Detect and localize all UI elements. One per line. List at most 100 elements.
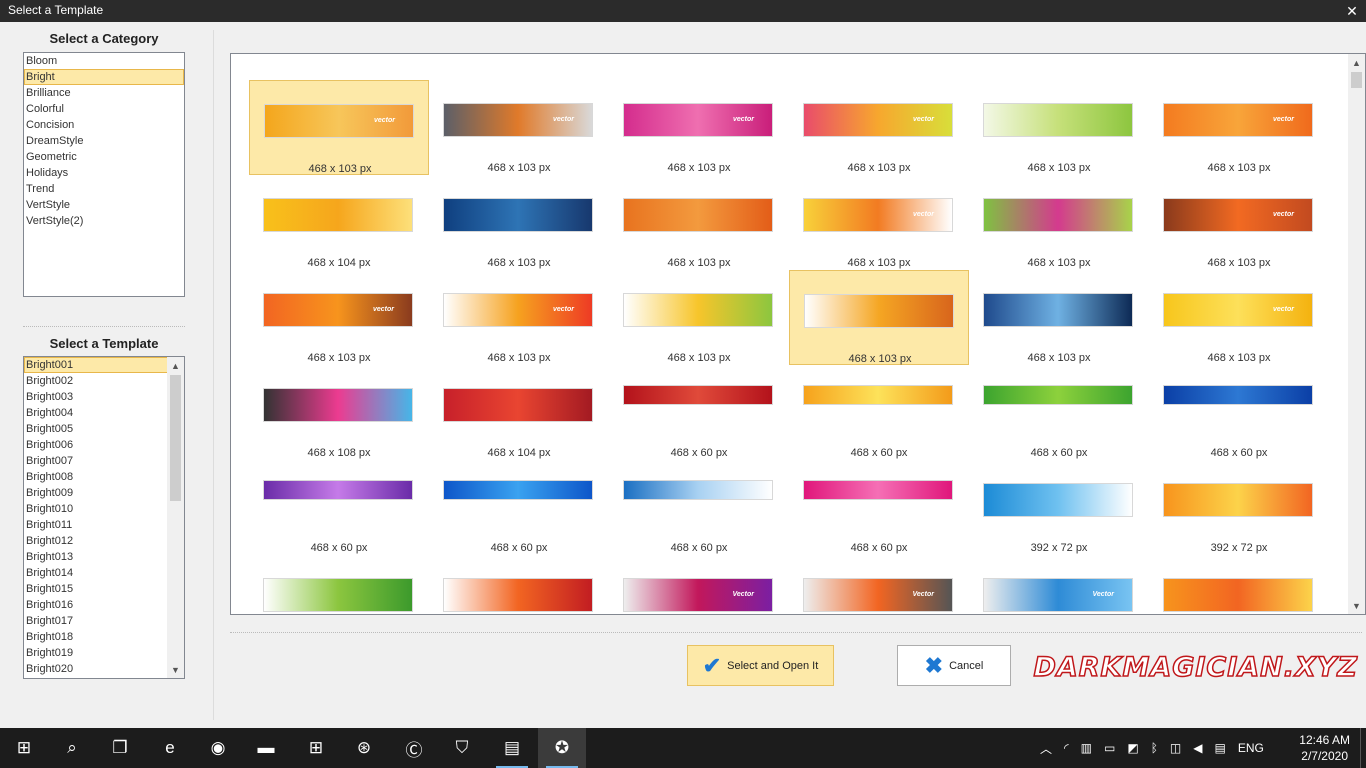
windows-start-icon[interactable]: ⊞ [0,728,48,768]
template-list-item[interactable]: Bright014 [24,565,184,581]
template-list-item[interactable]: Bright016 [24,597,184,613]
chrome-browser-icon[interactable]: ◉ [194,728,242,768]
template-list-item[interactable]: Bright008 [24,469,184,485]
template-thumbnail[interactable]: Vector [789,555,969,614]
wifi-icon[interactable]: ◜ [1064,741,1069,755]
template-list-item[interactable]: Bright015 [24,581,184,597]
template-thumbnail[interactable]: 468 x 108 px [249,365,429,460]
bluetooth-icon[interactable]: ᛒ [1151,741,1158,755]
close-icon[interactable]: ✕ [1338,0,1366,22]
template-list-item[interactable]: Bright010 [24,501,184,517]
scroll-down-icon[interactable]: ▼ [167,661,184,678]
message-icon[interactable]: ▤ [1214,741,1225,755]
category-list-item[interactable]: Geometric [24,149,184,165]
template-thumbnail[interactable]: 392 x 72 px [969,460,1149,555]
template-list-item[interactable]: Bright003 [24,389,184,405]
search-icon[interactable]: ⌕ [48,728,96,768]
template-list-item[interactable]: Bright012 [24,533,184,549]
template-thumbnail[interactable]: 468 x 60 px [429,460,609,555]
scroll-up-icon[interactable]: ▲ [167,357,184,374]
banner-maker-icon[interactable]: ✪ [538,728,586,768]
scroll-thumb[interactable] [170,375,181,501]
template-list-item[interactable]: Bright020 [24,661,184,677]
category-list-item[interactable]: Trend [24,181,184,197]
volume-icon[interactable]: ◀ [1193,741,1202,755]
action-icon[interactable]: ◫ [1170,741,1181,755]
template-list-item[interactable]: Bright017 [24,613,184,629]
template-thumbnail[interactable]: 468 x 60 px [789,460,969,555]
template-thumbnail[interactable]: vector 468 x 103 px [609,80,789,175]
template-thumbnail[interactable]: 468 x 60 px [249,460,429,555]
app-tray-icon[interactable]: ◩ [1127,741,1138,755]
template-thumbnail[interactable]: 468 x 103 px [789,270,969,365]
category-list-item[interactable]: Bright [24,69,184,85]
ccleaner-icon[interactable]: Ⓒ [390,728,438,768]
template-list-item[interactable]: Bright019 [24,645,184,661]
template-thumbnail[interactable]: 468 x 103 px [609,270,789,365]
template-thumbnail[interactable]: 468 x 103 px [969,270,1149,365]
template-thumbnail[interactable]: 468 x 104 px [429,365,609,460]
template-list-item[interactable]: Bright005 [24,421,184,437]
template-thumbnail[interactable]: vector 468 x 103 px [789,175,969,270]
template-list-item[interactable]: Bright011 [24,517,184,533]
template-thumbnail[interactable]: 468 x 103 px [609,175,789,270]
language-indicator[interactable]: ENG [1238,741,1264,755]
template-list-item[interactable]: Bright001 [24,357,184,373]
scroll-down-icon[interactable]: ▼ [1348,597,1365,614]
scroll-up-icon[interactable]: ▲ [1348,54,1365,71]
task-view-icon[interactable]: ❐ [96,728,144,768]
battery-icon[interactable]: ▭ [1104,741,1115,755]
template-thumbnail[interactable]: vector 468 x 103 px [249,270,429,365]
category-list-item[interactable]: Holidays [24,165,184,181]
template-thumbnail[interactable]: vector 468 x 103 px [789,80,969,175]
category-list-item[interactable]: Brilliance [24,85,184,101]
show-hidden-icons-icon[interactable]: ︿ [1040,740,1052,757]
template-list-item[interactable]: Bright007 [24,453,184,469]
template-list-item[interactable]: Bright013 [24,549,184,565]
template-list[interactable]: Bright001 Bright002 Bright003 Bright004 Brig… [23,356,185,679]
file-explorer-icon[interactable]: ▬ [242,728,290,768]
template-list-item[interactable]: Bright002 [24,373,184,389]
clock[interactable]: 12:46 AM 2/7/2020 [1299,732,1350,764]
template-thumbnail[interactable] [1149,555,1329,614]
cancel-button[interactable]: ✖ Cancel [897,645,1011,686]
edge-browser-icon[interactable]: e [146,728,194,768]
template-thumbnail[interactable]: 468 x 60 px [789,365,969,460]
template-thumbnail[interactable]: vector 468 x 103 px [249,80,429,175]
select-and-open-button[interactable]: ✔ Select and Open It [687,645,834,686]
category-list[interactable]: Bloom Bright Brilliance Colorful Concision Dr… [23,52,185,297]
category-list-item[interactable]: Bloom [24,53,184,69]
store-icon[interactable]: ⊞ [292,728,340,768]
template-thumbnail[interactable]: 468 x 60 px [609,365,789,460]
template-thumbnail[interactable]: vector 468 x 103 px [1149,175,1329,270]
category-list-item[interactable]: Concision [24,117,184,133]
template-list-item[interactable]: Bright004 [24,405,184,421]
template-list-item[interactable]: Bright006 [24,437,184,453]
template-thumbnail[interactable]: Vector [609,555,789,614]
template-list-item[interactable]: Bright009 [24,485,184,501]
template-thumbnail[interactable] [249,555,429,614]
template-list-item[interactable]: Bright018 [24,629,184,645]
antivirus-icon[interactable]: ⛉ [438,728,486,768]
category-list-item[interactable]: VertStyle [24,197,184,213]
media-app-icon[interactable]: ⊛ [340,728,388,768]
network-icon[interactable]: ▥ [1081,741,1092,755]
category-list-item[interactable]: DreamStyle [24,133,184,149]
template-thumbnail[interactable]: vector 468 x 103 px [429,270,609,365]
template-list-scrollbar[interactable]: ▲ ▼ [167,357,184,678]
template-thumbnail[interactable]: 468 x 103 px [969,175,1149,270]
template-thumbnail[interactable]: 468 x 104 px [249,175,429,270]
template-thumbnail[interactable]: 392 x 72 px [1149,460,1329,555]
template-thumbnail[interactable]: 468 x 60 px [1149,365,1329,460]
template-thumbnail[interactable]: vector 468 x 103 px [429,80,609,175]
show-desktop-button[interactable] [1360,728,1366,768]
template-thumbnail[interactable]: 468 x 103 px [429,175,609,270]
template-thumbnail[interactable]: vector 468 x 103 px [1149,80,1329,175]
category-list-item[interactable]: Colorful [24,101,184,117]
template-thumbnail[interactable]: 468 x 103 px [969,80,1149,175]
notepad-icon[interactable]: ▤ [488,728,536,768]
template-thumbnail[interactable]: 468 x 60 px [969,365,1149,460]
gallery-scrollbar[interactable]: ▲ ▼ [1348,54,1365,614]
template-thumbnail[interactable]: vector 468 x 103 px [1149,270,1329,365]
category-list-item[interactable]: VertStyle(2) [24,213,184,229]
